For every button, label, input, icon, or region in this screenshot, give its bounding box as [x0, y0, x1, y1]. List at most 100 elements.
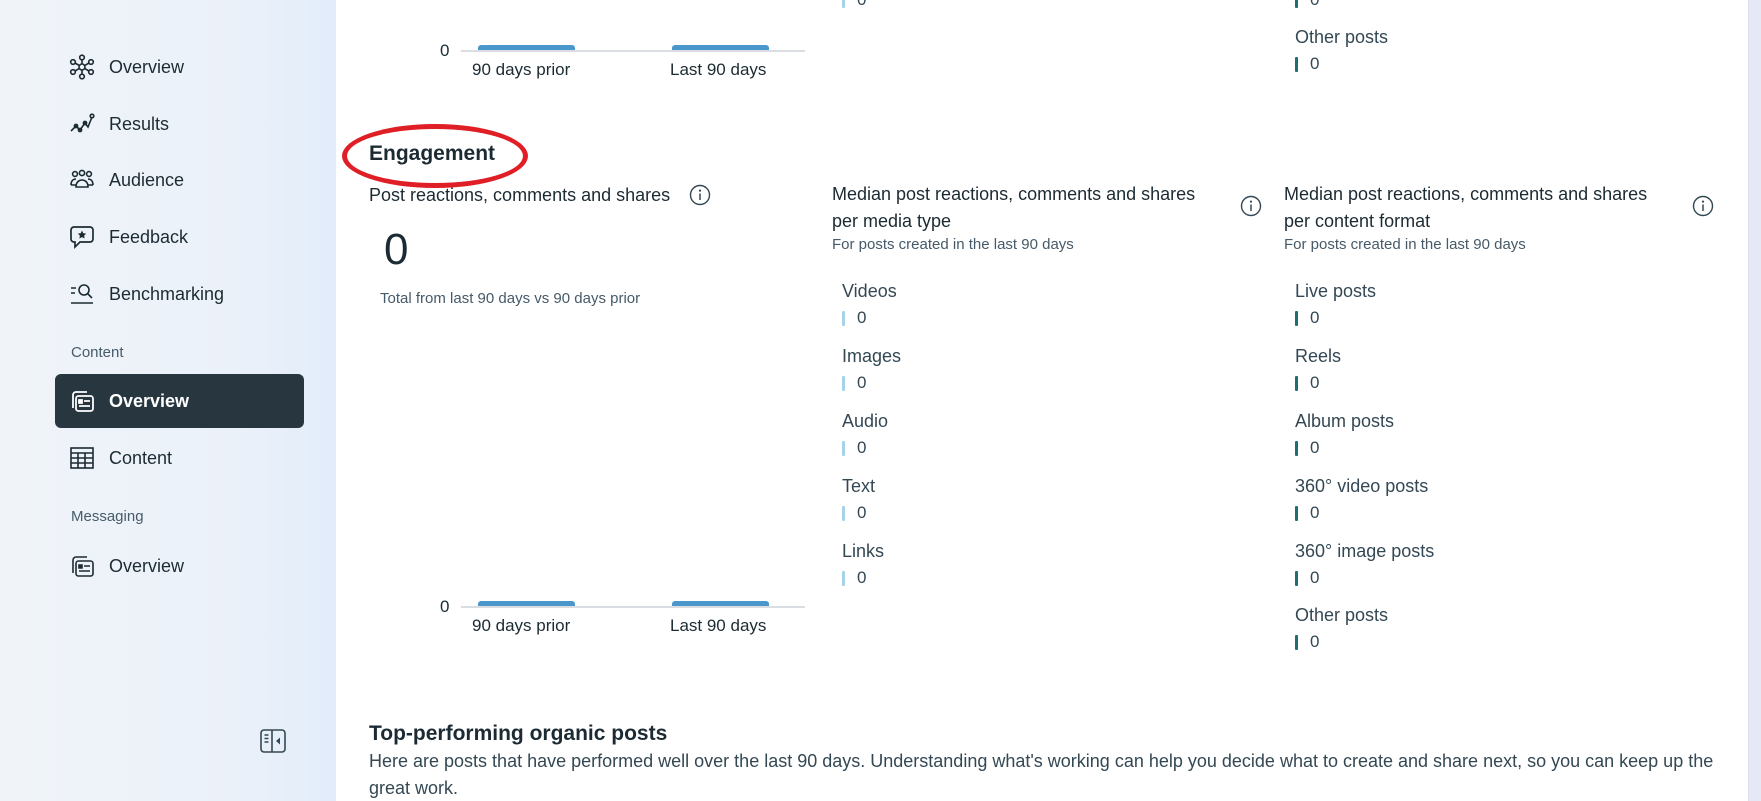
engagement-section-title: Engagement [369, 142, 496, 165]
metric-bar [1295, 634, 1298, 650]
sidebar-item-label: Audience [109, 169, 185, 190]
chart-bar-90-days-prior [478, 45, 575, 50]
metric-album-posts: Album posts 0 [1295, 408, 1394, 461]
metric-label: Text [842, 476, 876, 496]
metric-bar [1295, 56, 1298, 72]
sidebar-item-label: Results [109, 113, 170, 134]
x-tick-label: Last 90 days [670, 616, 767, 635]
card-title-line: Median post reactions, comments and shar… [832, 184, 1196, 204]
sidebar-item-content[interactable]: Content [55, 435, 304, 481]
metric-value: 0 [1310, 373, 1320, 392]
trend-line-icon [69, 111, 95, 137]
sidebar-item-label: Feedback [109, 226, 189, 247]
total-card-title: Post reactions, comments and shares [369, 185, 671, 205]
total-note: Total from last 90 days vs 90 days prior [380, 290, 641, 307]
metric-label: 360° video posts [1295, 476, 1429, 496]
content-format-card-subtitle: For posts created in the last 90 days [1284, 236, 1526, 253]
metric-bar [842, 375, 845, 391]
sidebar-item-results[interactable]: Results [55, 101, 304, 147]
table-grid-icon [69, 445, 95, 471]
metric-images: Images 0 [842, 343, 901, 396]
metric-bar [1295, 375, 1298, 391]
info-button[interactable] [689, 184, 711, 206]
sidebar-collapse-button[interactable] [259, 728, 287, 754]
chart-baseline [461, 50, 805, 52]
metric-value: 0 [1310, 308, 1320, 327]
network-icon [69, 54, 95, 80]
sidebar-item-audience[interactable]: Audience [55, 157, 304, 203]
metric-label: 360° image posts [1295, 541, 1435, 561]
metric-bar [842, 570, 845, 586]
x-tick-label: Last 90 days [670, 60, 767, 79]
metric-value: 0 [1310, 0, 1319, 10]
speech-bubble-star-icon [69, 224, 95, 250]
card-title-line: per media type [832, 211, 952, 231]
metric-label: Images [842, 346, 902, 366]
metric-360-video-posts: 360° video posts 0 [1295, 473, 1428, 526]
sidebar-item-benchmarking[interactable]: Benchmarking [55, 271, 304, 317]
metric-360-image-posts: 360° image posts 0 [1295, 538, 1434, 591]
chart-bar-last-90-days [672, 601, 769, 606]
metric-label: Audio [842, 411, 889, 431]
top-posts-title: Top-performing organic posts [369, 722, 668, 745]
chart-bar-last-90-days [672, 45, 769, 50]
metric-label: Other posts [1295, 27, 1389, 47]
metric-text: Text 0 [842, 473, 875, 526]
metric-label: Reels [1295, 346, 1342, 366]
metric-label: Links [842, 541, 885, 561]
metric-bar [842, 0, 845, 8]
total-value: 0 [384, 225, 409, 274]
metric-value: 0 [857, 373, 867, 392]
sidebar-collapse-icon [259, 729, 287, 758]
metric-reels: Reels 0 [1295, 343, 1341, 396]
metric-bar [1295, 570, 1298, 586]
y-axis-zero-label: 0 [440, 41, 450, 60]
sidebar-item-label: Content [109, 447, 173, 468]
sidebar-item-messaging-overview[interactable]: Overview [55, 543, 304, 589]
card-title-line: Median post reactions, comments and shar… [1284, 184, 1648, 204]
scrollbar-track[interactable] [1748, 0, 1761, 801]
info-button[interactable] [1240, 195, 1262, 217]
cards-stack-icon [69, 553, 95, 579]
x-tick-label: 90 days prior [472, 60, 571, 79]
metric-videos: Videos 0 [842, 278, 897, 331]
metric-value: 0 [1310, 632, 1320, 651]
metric-value: 0 [1310, 568, 1320, 587]
metric-audio: Audio 0 [842, 408, 888, 461]
metric-value: 0 [857, 503, 867, 522]
metric-bar [842, 505, 845, 521]
metric-partial: 0 [1295, 0, 1319, 13]
cards-stack-icon [69, 388, 95, 414]
sidebar-item-feedback[interactable]: Feedback [55, 214, 304, 260]
metric-bar [1295, 505, 1298, 521]
info-icon [689, 184, 711, 206]
sidebar-item-label: Overview [109, 555, 185, 576]
metric-value: 0 [1310, 438, 1320, 457]
metric-bar [842, 440, 845, 456]
metric-value: 0 [857, 568, 867, 587]
sidebar-item-label: Overview [109, 390, 190, 411]
y-axis-zero-label: 0 [440, 597, 450, 616]
sidebar-item-content-overview[interactable]: Overview [55, 374, 304, 428]
card-title-line: per content format [1284, 211, 1431, 231]
metric-bar [1295, 440, 1298, 456]
metric-bar [842, 310, 845, 326]
metric-label: Videos [842, 281, 897, 301]
metric-value: 0 [857, 308, 867, 327]
main-content [336, 0, 1748, 801]
info-button[interactable] [1692, 195, 1714, 217]
info-icon [1692, 195, 1714, 217]
metric-value: 0 [1310, 54, 1320, 73]
metric-live-posts: Live posts 0 [1295, 278, 1376, 331]
chart-bar-90-days-prior [478, 601, 575, 606]
sidebar-item-label: Benchmarking [109, 283, 225, 304]
metric-other-posts: Other posts 0 [1295, 602, 1388, 655]
top-posts-description: Here are posts that have performed well … [369, 751, 1714, 798]
people-group-icon [69, 167, 95, 193]
metric-value: 0 [1310, 503, 1320, 522]
sidebar-section-messaging: Messaging [71, 508, 144, 525]
metric-links: Links 0 [842, 538, 884, 591]
sidebar-item-overview[interactable]: Overview [55, 44, 304, 90]
info-icon [1240, 195, 1262, 217]
metric-value: 0 [857, 438, 867, 457]
